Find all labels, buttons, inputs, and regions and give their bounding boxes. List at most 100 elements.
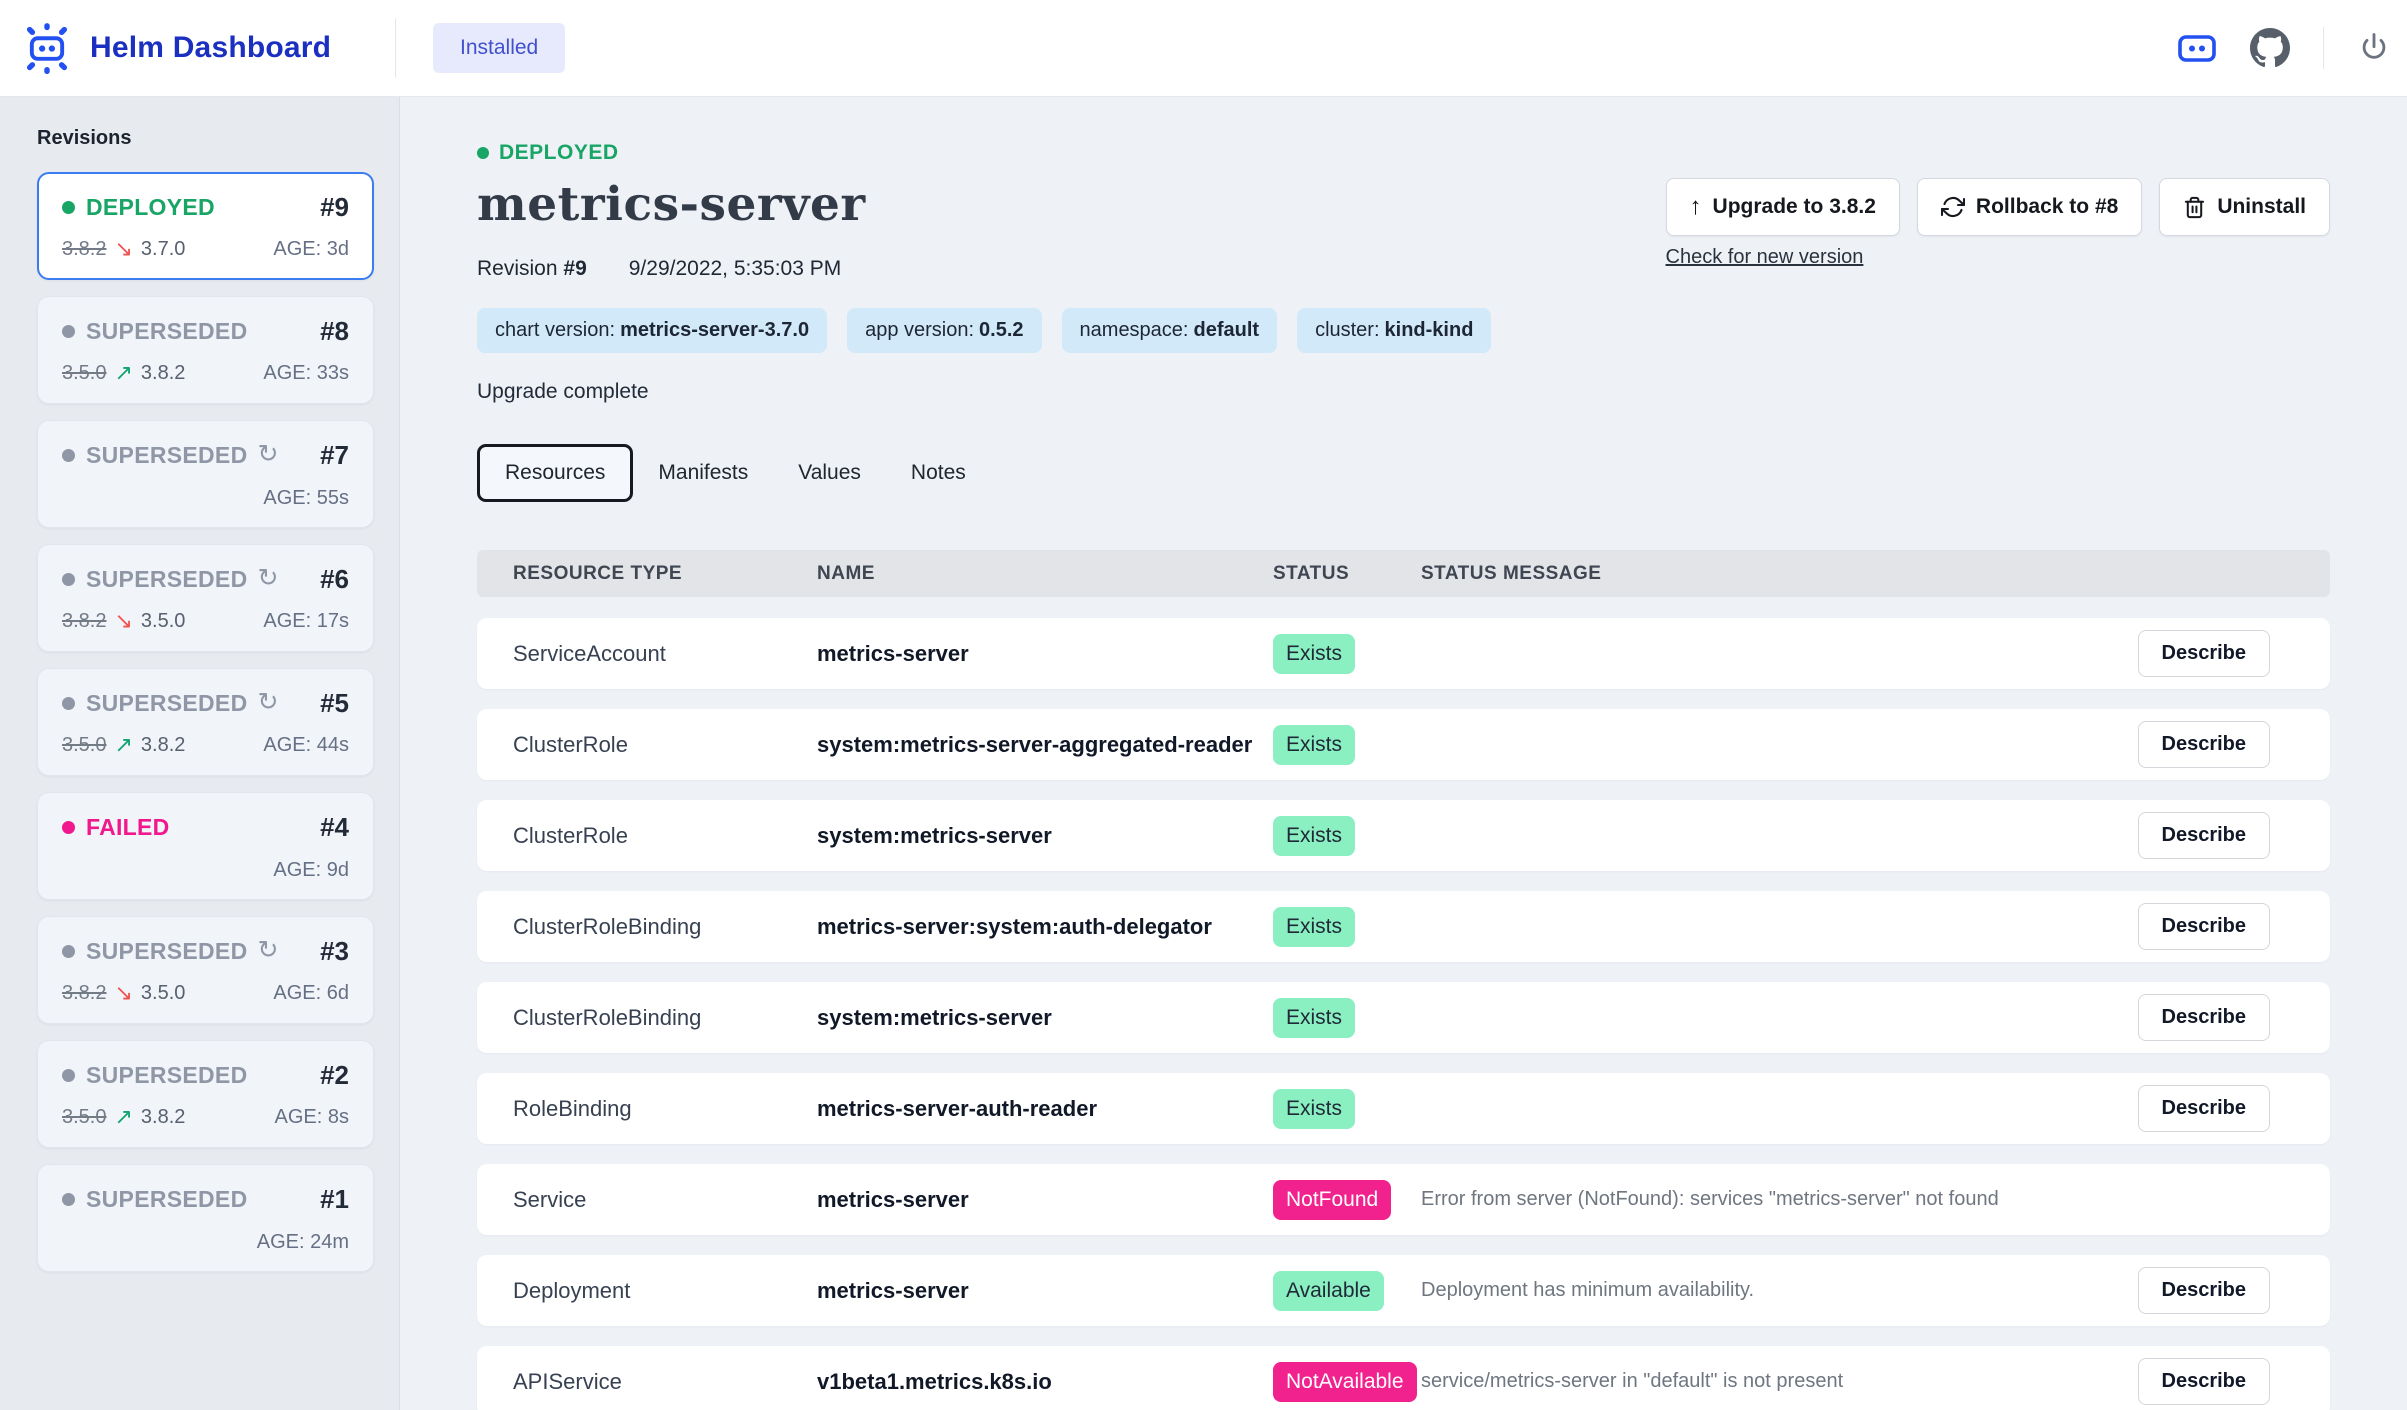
column-header-status-message: STATUS MESSAGE	[1421, 563, 2100, 585]
version-change: 3.5.0↗3.8.2	[62, 732, 185, 758]
tab-manifests[interactable]: Manifests	[633, 447, 773, 499]
describe-button[interactable]: Describe	[2138, 994, 2271, 1041]
revision-card-bottom: 3.5.0↗3.8.2AGE: 33s	[62, 360, 349, 386]
upgrade-arrow-icon: ↗	[114, 732, 132, 758]
robot-icon[interactable]	[2177, 32, 2217, 64]
describe-button[interactable]: Describe	[2138, 903, 2271, 950]
power-icon[interactable]	[2357, 31, 2391, 65]
revision-card[interactable]: DEPLOYED #9 3.8.2↘3.7.0AGE: 3d	[37, 172, 374, 280]
revision-card[interactable]: SUPERSEDED↻#63.8.2↘3.5.0AGE: 17s	[37, 544, 374, 652]
resource-name-cell: metrics-server	[817, 1187, 1273, 1213]
rollback-button[interactable]: Rollback to #8	[1917, 178, 2142, 236]
resource-name-cell: metrics-server	[817, 1278, 1273, 1304]
revision-status: SUPERSEDED↻	[62, 566, 279, 593]
table-row: APIServicev1beta1.metrics.k8s.ioNotAvail…	[477, 1346, 2330, 1410]
revision-card[interactable]: SUPERSEDED↻#33.8.2↘3.5.0AGE: 6d	[37, 916, 374, 1024]
reconfigure-icon: ↻	[257, 935, 278, 965]
tabs: ResourcesManifestsValuesNotes	[477, 444, 2330, 502]
revision-status: SUPERSEDED↻	[62, 690, 279, 717]
version-change: 3.8.2↘3.5.0	[62, 980, 185, 1006]
revision-card[interactable]: SUPERSEDED↻#7AGE: 55s	[37, 420, 374, 528]
revision-card[interactable]: FAILED#4AGE: 9d	[37, 792, 374, 900]
tab-notes[interactable]: Notes	[886, 447, 991, 499]
revision-age: AGE: 17s	[263, 610, 349, 633]
status-badge: Exists	[1273, 634, 1355, 674]
check-new-version-link[interactable]: Check for new version	[1666, 246, 1864, 269]
describe-button[interactable]: Describe	[2138, 630, 2271, 677]
brand: Helm Dashboard	[21, 22, 395, 74]
describe-button[interactable]: Describe	[2138, 812, 2271, 859]
version-change: 3.8.2↘3.7.0	[62, 236, 185, 262]
status-cell: Available	[1273, 1271, 1421, 1311]
tab-values[interactable]: Values	[773, 447, 886, 499]
main-content: DEPLOYED metrics-server Revision #9 9/29…	[400, 97, 2407, 1410]
version-change: 3.5.0↗3.8.2	[62, 1104, 185, 1130]
revision-card-bottom: 3.5.0↗3.8.2AGE: 44s	[62, 732, 349, 758]
tab-installed[interactable]: Installed	[433, 23, 565, 73]
rollback-icon	[1941, 195, 1965, 219]
resource-type-cell: RoleBinding	[513, 1096, 817, 1122]
new-version: 3.5.0	[141, 610, 185, 633]
reconfigure-icon: ↻	[257, 563, 278, 593]
old-version: 3.5.0	[62, 1106, 106, 1129]
new-version: 3.8.2	[141, 362, 185, 385]
downgrade-arrow-icon: ↘	[114, 608, 132, 634]
release-badge: namespace:default	[1062, 308, 1278, 353]
row-actions-cell: Describe	[2138, 1267, 2271, 1314]
revision-card[interactable]: SUPERSEDED #8 3.5.0↗3.8.2AGE: 33s	[37, 296, 374, 404]
resource-type-cell: APIService	[513, 1369, 817, 1395]
status-dot-icon	[62, 697, 75, 710]
resource-name-cell: metrics-server:system:auth-delegator	[817, 914, 1273, 940]
revision-card-top: SUPERSEDED↻#6	[62, 564, 349, 595]
badge-value: default	[1194, 319, 1260, 341]
table-row: ServiceAccountmetrics-serverExistsDescri…	[477, 618, 2330, 689]
revision-status: SUPERSEDED	[62, 318, 247, 345]
revision-number: #9	[320, 192, 349, 223]
revision-age: AGE: 8s	[275, 1106, 349, 1129]
status-dot-icon	[62, 1193, 75, 1206]
column-header-resource-type: RESOURCE TYPE	[513, 563, 817, 585]
revision-card[interactable]: SUPERSEDED#23.5.0↗3.8.2AGE: 8s	[37, 1040, 374, 1148]
resource-type-cell: ServiceAccount	[513, 641, 817, 667]
action-buttons-row: ↑ Upgrade to 3.8.2 Rollback to #8	[1666, 178, 2330, 236]
release-actions: ↑ Upgrade to 3.8.2 Rollback to #8	[1666, 178, 2330, 269]
describe-button[interactable]: Describe	[2138, 1358, 2271, 1405]
table-row: RoleBindingmetrics-server-auth-readerExi…	[477, 1073, 2330, 1144]
revision-card-bottom: 3.8.2↘3.7.0AGE: 3d	[62, 236, 349, 262]
revision-number: #1	[320, 1184, 349, 1215]
uninstall-button[interactable]: Uninstall	[2159, 178, 2330, 236]
status-dot-icon	[477, 147, 489, 159]
release-badge: cluster:kind-kind	[1297, 308, 1491, 353]
describe-button[interactable]: Describe	[2138, 721, 2271, 768]
release-date: 9/29/2022, 5:35:03 PM	[629, 257, 842, 281]
revision-status-label: FAILED	[86, 814, 170, 841]
reconfigure-icon: ↻	[257, 439, 278, 469]
column-header-name: NAME	[817, 563, 1273, 585]
github-icon[interactable]	[2250, 28, 2290, 68]
revision-card-top: DEPLOYED #9	[62, 192, 349, 223]
revision-status: FAILED	[62, 814, 170, 841]
trash-icon	[2183, 196, 2206, 219]
revision-status-label: SUPERSEDED	[86, 938, 247, 965]
revision-number: #8	[320, 316, 349, 347]
describe-button[interactable]: Describe	[2138, 1267, 2271, 1314]
revision-card-bottom: 3.8.2↘3.5.0AGE: 17s	[62, 608, 349, 634]
tab-resources[interactable]: Resources	[477, 444, 633, 502]
revision-status-label: DEPLOYED	[86, 194, 215, 221]
revision-card[interactable]: SUPERSEDED#1AGE: 24m	[37, 1164, 374, 1272]
badge-label: cluster:	[1315, 319, 1379, 341]
header-right	[2177, 27, 2391, 69]
top-header: Helm Dashboard Installed	[0, 0, 2407, 97]
describe-button[interactable]: Describe	[2138, 1085, 2271, 1132]
revision-card[interactable]: SUPERSEDED↻#53.5.0↗3.8.2AGE: 44s	[37, 668, 374, 776]
upgrade-button[interactable]: ↑ Upgrade to 3.8.2	[1666, 178, 1900, 236]
revision-card-bottom: AGE: 55s	[62, 487, 349, 510]
status-message-cell: Error from server (NotFound): services "…	[1421, 1188, 2100, 1211]
new-version: 3.8.2	[141, 1106, 185, 1129]
rollback-button-label: Rollback to #8	[1976, 195, 2118, 219]
revision-age: AGE: 6d	[273, 982, 349, 1005]
resource-type-cell: ClusterRoleBinding	[513, 914, 817, 940]
revisions-list: DEPLOYED #9 3.8.2↘3.7.0AGE: 3d SUPERSEDED #8…	[37, 172, 374, 1272]
status-dot-icon	[62, 201, 75, 214]
status-badge: Exists	[1273, 725, 1355, 765]
